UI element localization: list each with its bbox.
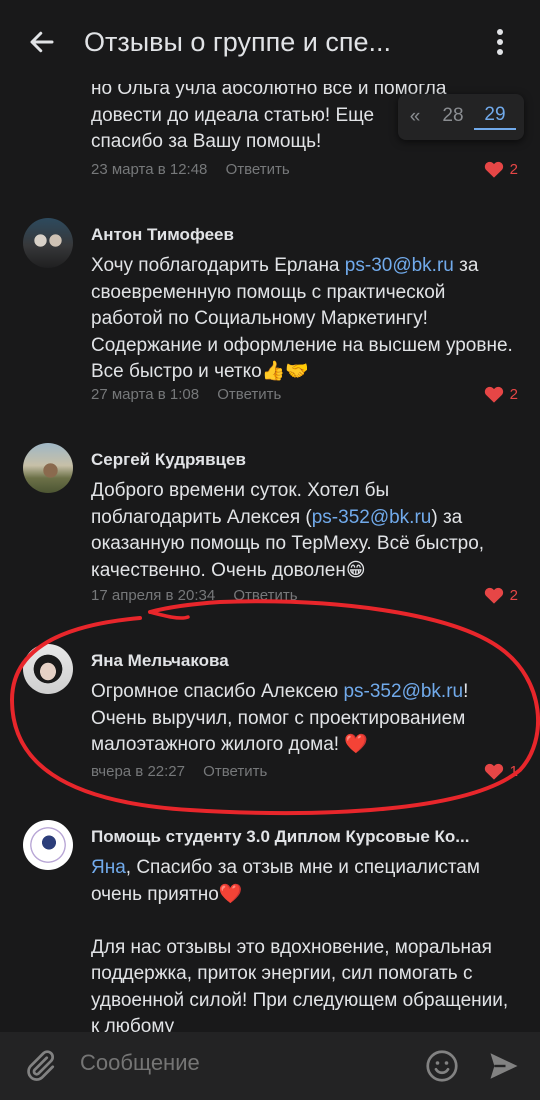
comment-date: 17 апреля в 20:34 [91, 587, 216, 604]
reply-button[interactable]: Ответить [217, 386, 281, 403]
emoji-button[interactable] [424, 1048, 460, 1084]
comment-text: Яна, Спасибо за отзыв мне и специалистам… [91, 857, 509, 1032]
pager-page-28[interactable]: 28 [432, 105, 474, 129]
like-button[interactable]: 2 [484, 160, 518, 178]
heart-icon [484, 587, 503, 604]
avatar[interactable] [23, 218, 73, 268]
message-composer [0, 1032, 540, 1100]
arrow-left-icon [30, 31, 54, 53]
attach-button[interactable] [22, 1048, 58, 1084]
like-button[interactable]: 2 [484, 385, 518, 403]
comment-meta: 17 апреля в 20:34 Ответить [91, 587, 298, 604]
top-bar: Отзывы о группе и спе... [0, 0, 540, 84]
like-count: 2 [509, 160, 518, 178]
comment-author[interactable]: Помощь студенту 3.0 Диплом Курсовые Ко..… [91, 827, 511, 847]
comment-text: Огромное спасибо Алексею ps-352@bk.ru! О… [91, 681, 469, 755]
email-link[interactable]: ps-352@bk.ru [312, 507, 432, 528]
send-button[interactable] [486, 1048, 522, 1084]
send-icon [490, 1053, 518, 1079]
avatar[interactable] [23, 820, 73, 870]
comments-feed[interactable]: но Ольга учла абсолютно все и помогла до… [0, 0, 540, 1032]
heart-icon [484, 161, 503, 178]
smile-icon [426, 1050, 458, 1082]
pager-page-29[interactable]: 29 [474, 104, 516, 130]
comment-meta: 23 марта в 12:48 Ответить [91, 161, 290, 178]
comment-text: Доброго времени суток. Хотел бы поблагод… [91, 480, 485, 581]
comment-date: 23 марта в 12:48 [91, 161, 208, 178]
like-count: 2 [509, 385, 518, 403]
email-link[interactable]: ps-352@bk.ru [343, 681, 463, 702]
heart-icon [484, 763, 503, 780]
message-input[interactable] [80, 1050, 400, 1076]
page-title: Отзывы о группе и спе... [84, 26, 391, 57]
comment-author[interactable]: Яна Мельчакова [91, 651, 511, 671]
page-switcher: « 28 29 [398, 94, 524, 140]
comment-date: вчера в 22:27 [91, 763, 185, 780]
mention-link[interactable]: Яна [91, 857, 126, 878]
pager-prev-button[interactable]: « [398, 106, 432, 128]
reply-button[interactable]: Ответить [203, 763, 267, 780]
more-vertical-icon [497, 29, 503, 55]
comment-meta: вчера в 22:27 Ответить [91, 763, 267, 780]
comment-text: Хочу поблагодарить Ерлана ps-30@bk.ru за… [91, 255, 513, 382]
like-button[interactable]: 2 [484, 586, 518, 604]
reply-button[interactable]: Ответить [226, 161, 290, 178]
email-link[interactable]: ps-30@bk.ru [345, 255, 454, 276]
paperclip-icon [27, 1050, 55, 1081]
comment-author[interactable]: Антон Тимофеев [91, 225, 511, 245]
like-count: 1 [509, 762, 518, 780]
heart-icon [484, 386, 503, 403]
comment-author[interactable]: Сергей Кудрявцев [91, 450, 511, 470]
comment-date: 27 марта в 1:08 [91, 386, 200, 403]
avatar[interactable] [23, 443, 73, 493]
reply-button[interactable]: Ответить [233, 587, 297, 604]
avatar[interactable] [23, 644, 73, 694]
like-count: 2 [509, 586, 518, 604]
more-button[interactable] [480, 22, 520, 62]
comment-meta: 27 марта в 1:08 Ответить [91, 386, 281, 403]
like-button[interactable]: 1 [484, 762, 518, 780]
back-button[interactable] [0, 0, 84, 84]
